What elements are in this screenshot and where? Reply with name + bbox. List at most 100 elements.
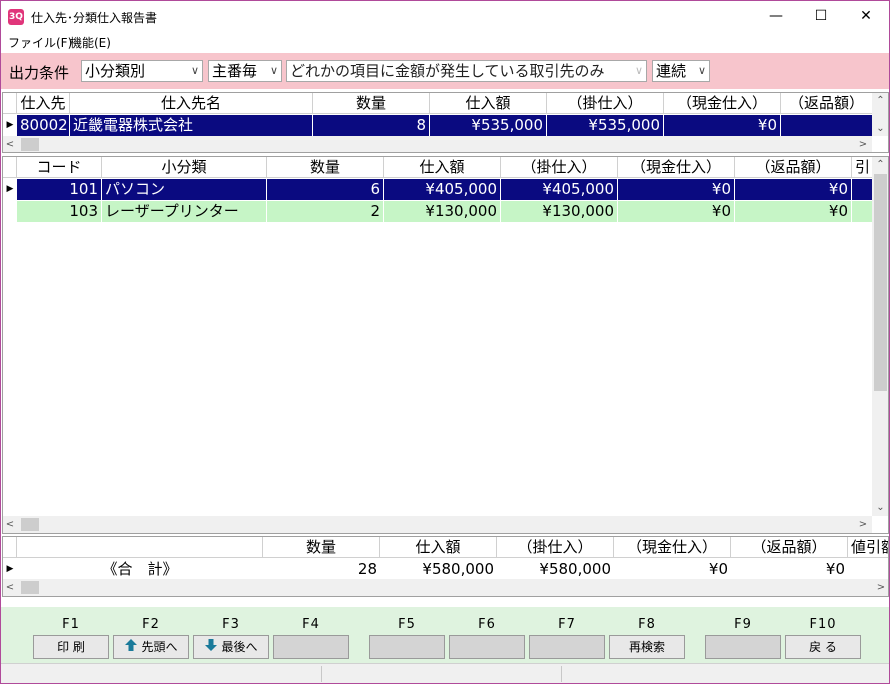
col-discount[interactable]: 引 (852, 157, 873, 178)
cell-subcategory: レーザープリンター (102, 201, 267, 222)
scroll-up-icon[interactable]: ⌃ (872, 93, 888, 108)
table-row[interactable]: 103 レーザープリンター 2 ¥130,000 ¥130,000 ¥0 ¥0 (3, 201, 873, 222)
minimize-button[interactable]: — (753, 1, 799, 32)
scroll-down-icon[interactable]: ⌄ (872, 500, 888, 515)
f5-button[interactable] (369, 635, 445, 659)
fkey-label-f8: F8 (638, 617, 656, 632)
scroll-right-icon[interactable]: > (856, 136, 870, 152)
col-supplier-name[interactable]: 仕入先名 (70, 93, 313, 114)
cell-discount (852, 201, 873, 222)
scroll-thumb[interactable] (21, 138, 39, 151)
col-cash-purchase[interactable]: （現金仕入） (618, 157, 735, 178)
scroll-left-icon[interactable]: < (3, 516, 17, 533)
report-window: 3Q 仕入先･分類仕入報告書 — ☐ ✕ ファイル(F) 機能(E) 出力条件 … (0, 0, 890, 684)
scroll-thumb[interactable] (21, 518, 39, 531)
research-button[interactable]: 再検索 (609, 635, 685, 659)
back-button[interactable]: 戻 る (785, 635, 861, 659)
col-credit-purchase[interactable]: （掛仕入） (547, 93, 664, 114)
chevron-down-icon: ∨ (190, 64, 199, 77)
fkey-label-f1: F1 (62, 617, 80, 632)
col-cash-purchase[interactable]: （現金仕入） (664, 93, 781, 114)
classification-select[interactable]: 小分類別 ∨ (81, 60, 203, 82)
classification-select-value: 小分類別 (85, 62, 146, 80)
supplier-filter-select-value: どれかの項目に金額が発生している取引先のみ (290, 62, 605, 80)
go-first-button-label: 先頭へ (141, 640, 178, 654)
fkey-label-f6: F6 (478, 617, 496, 632)
menu-file[interactable]: ファイル(F) (8, 34, 72, 51)
page-mode-select[interactable]: 連続 ∨ (652, 60, 710, 82)
scroll-down-icon[interactable]: ⌄ (872, 121, 888, 136)
col-quantity: 数量 (263, 537, 380, 558)
category-grid-vscroll[interactable]: ⌃ ⌄ (872, 157, 888, 516)
fkey-label-f3: F3 (222, 617, 240, 632)
scroll-thumb[interactable] (21, 581, 39, 594)
col-credit-purchase[interactable]: （掛仕入） (501, 157, 618, 178)
window-title: 仕入先･分類仕入報告書 (31, 11, 158, 25)
supplier-grid-header: 仕入先 仕入先名 数量 仕入額 （掛仕入） （現金仕入） （返品額） (3, 93, 873, 114)
totals-grid-hscroll[interactable]: < > (3, 579, 888, 596)
cell-quantity: 2 (267, 201, 384, 222)
status-separator (321, 666, 322, 682)
close-button[interactable]: ✕ (843, 1, 889, 32)
cell-cash-purchase: ¥0 (618, 201, 735, 222)
f9-button[interactable] (705, 635, 781, 659)
col-purchase-amount[interactable]: 仕入額 (430, 93, 547, 114)
cell-purchase-amount: ¥130,000 (384, 201, 501, 222)
scroll-right-icon[interactable]: > (874, 579, 888, 596)
cell-quantity: 8 (313, 115, 430, 136)
supplier-grid-vscroll[interactable]: ⌃ ⌄ (872, 93, 888, 136)
maximize-button[interactable]: ☐ (798, 1, 844, 32)
supplier-grid-hscroll[interactable]: < > (3, 136, 872, 152)
category-grid-hscroll[interactable]: < > (3, 516, 872, 533)
table-row[interactable]: ▶ 101 パソコン 6 ¥405,000 ¥405,000 ¥0 ¥0 (3, 179, 873, 200)
status-bar (1, 663, 889, 683)
supplier-filter-select[interactable]: どれかの項目に金額が発生している取引先のみ ∨ (286, 60, 647, 82)
col-subcategory[interactable]: 小分類 (102, 157, 267, 178)
col-code[interactable]: コード (17, 157, 102, 178)
cell-supplier-name: 近畿電器株式会社 (70, 115, 313, 136)
cell-return-amount: ¥0 (735, 179, 852, 200)
f4-button[interactable] (273, 635, 349, 659)
table-row[interactable]: ▶ 80002 近畿電器株式会社 8 ¥535,000 ¥535,000 ¥0 (3, 115, 873, 136)
cell-credit-purchase: ¥580,000 (539, 560, 611, 578)
status-separator (561, 666, 562, 682)
col-purchase-amount[interactable]: 仕入額 (384, 157, 501, 178)
cell-return-amount: ¥0 (735, 201, 852, 222)
go-last-button-label: 最後へ (221, 640, 258, 654)
scroll-left-icon[interactable]: < (3, 579, 17, 596)
fkey-label-f2: F2 (142, 617, 160, 632)
col-label (17, 537, 263, 558)
grouping-select[interactable]: 主番毎 ∨ (208, 60, 282, 82)
chevron-down-icon: ∨ (269, 64, 278, 77)
print-button-label: 印 刷 (57, 640, 85, 654)
cell-cash-purchase: ¥0 (618, 179, 735, 200)
menu-function[interactable]: 機能(E) (70, 34, 111, 51)
output-conditions-label: 出力条件 (9, 64, 70, 82)
cell-quantity: 28 (357, 560, 377, 578)
f7-button[interactable] (529, 635, 605, 659)
research-button-label: 再検索 (628, 640, 665, 654)
go-last-button[interactable]: 最後へ (193, 635, 269, 659)
cell-return-amount: ¥0 (825, 560, 845, 578)
fkey-label-f5: F5 (398, 617, 416, 632)
cell-quantity: 6 (267, 179, 384, 200)
col-supplier-code[interactable]: 仕入先 (17, 93, 70, 114)
totals-grid: 数量 仕入額 （掛仕入） （現金仕入） （返品額） 値引額 ▶ 《合 計》 28… (2, 536, 889, 597)
scroll-left-icon[interactable]: < (3, 136, 17, 152)
scroll-up-icon[interactable]: ⌃ (872, 157, 888, 172)
col-return-amount[interactable]: （返品額） (781, 93, 873, 114)
col-return-amount[interactable]: （返品額） (735, 157, 852, 178)
col-quantity[interactable]: 数量 (267, 157, 384, 178)
col-quantity[interactable]: 数量 (313, 93, 430, 114)
scroll-right-icon[interactable]: > (856, 516, 870, 533)
arrow-down-icon (204, 637, 218, 659)
f6-button[interactable] (449, 635, 525, 659)
cell-discount (852, 179, 873, 200)
print-button[interactable]: 印 刷 (33, 635, 109, 659)
chevron-down-icon: ∨ (634, 64, 643, 77)
cell-purchase-amount: ¥535,000 (430, 115, 547, 136)
fkey-label-f10: F10 (809, 617, 837, 632)
go-first-button[interactable]: 先頭へ (113, 635, 189, 659)
totals-row[interactable]: ▶ 《合 計》 28 ¥580,000 ¥580,000 ¥0 ¥0 (3, 559, 888, 580)
scroll-thumb[interactable] (874, 174, 887, 391)
